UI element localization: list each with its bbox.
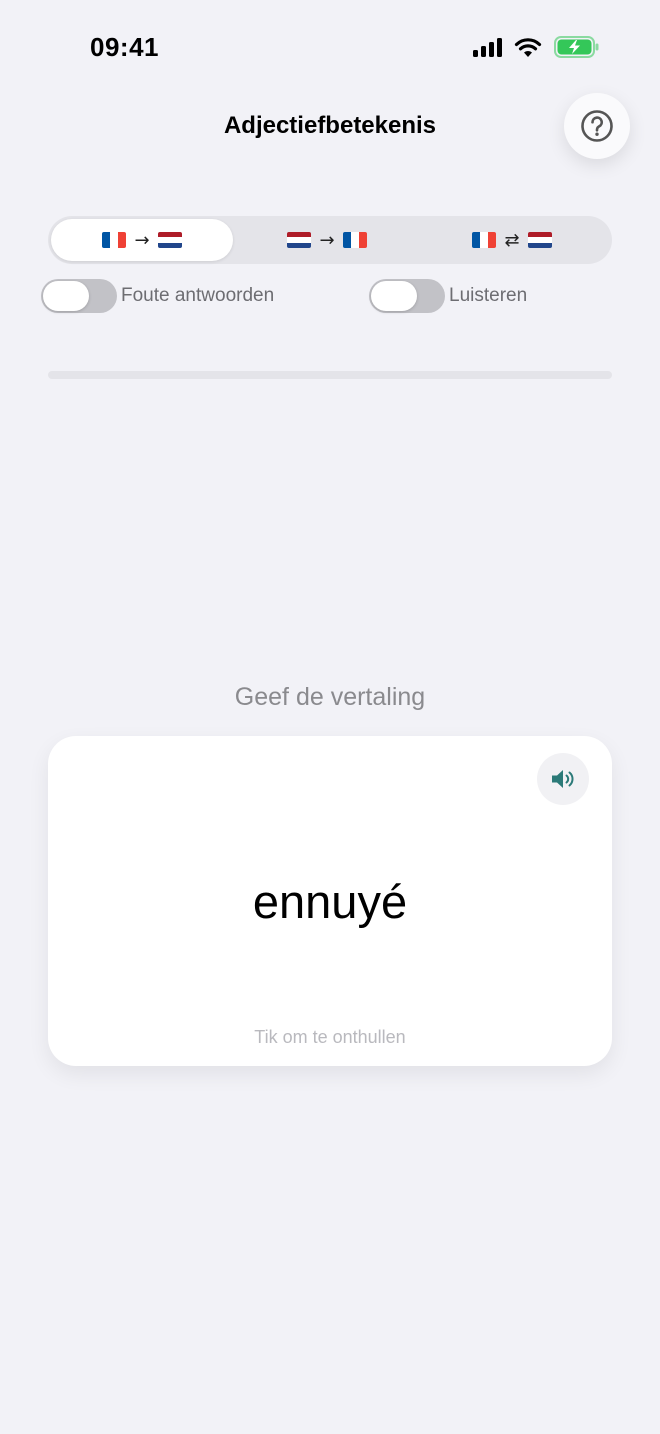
help-button[interactable]	[564, 93, 630, 159]
segment-both-directions[interactable]: ⇄	[421, 219, 603, 261]
nl-flag-icon	[287, 232, 312, 248]
fr-flag-icon	[102, 232, 127, 248]
segment-fr-to-nl[interactable]: →	[51, 219, 233, 261]
toggle-knob	[43, 281, 89, 311]
direction-selector: → → ⇄	[48, 216, 612, 264]
nl-flag-icon	[527, 232, 552, 248]
listen-label: Luisteren	[449, 285, 528, 306]
arrow-label: →	[319, 229, 335, 251]
listen-toggle-row: Luisteren	[369, 279, 527, 313]
wifi-icon	[514, 37, 542, 57]
speaker-volume-icon	[552, 770, 574, 788]
fr-flag-icon	[472, 232, 497, 248]
quiz-prompt: Geef de vertaling	[234, 683, 426, 711]
wrong-answers-toggle-row: Foute antwoorden	[41, 279, 274, 313]
wrong-answers-label: Foute antwoorden	[121, 285, 275, 306]
flashcard[interactable]: ennuyé Tik om te onthullen	[48, 736, 612, 1066]
status-icons	[473, 36, 600, 58]
arrow-label: →	[134, 229, 150, 251]
segment-nl-to-fr[interactable]: →	[236, 219, 418, 261]
nl-flag-icon	[157, 232, 182, 248]
toggle-knob	[371, 281, 417, 311]
wrong-answers-toggle[interactable]	[41, 279, 117, 313]
flashcard-word: ennuyé	[252, 875, 408, 928]
swap-arrow-label: ⇄	[504, 229, 520, 251]
progress-bar	[48, 371, 612, 379]
listen-toggle[interactable]	[369, 279, 445, 313]
status-bar: 09:41	[0, 0, 660, 96]
status-time: 09:41	[90, 32, 159, 62]
question-circle-icon	[581, 110, 613, 142]
speaker-button[interactable]	[537, 753, 589, 805]
page-title: Adjectiefbetekenis	[223, 112, 437, 139]
reveal-hint: Tik om te onthullen	[254, 1027, 406, 1047]
fr-flag-icon	[342, 232, 367, 248]
battery-charging-icon	[554, 36, 599, 58]
cellular-signal-icon	[473, 37, 502, 57]
